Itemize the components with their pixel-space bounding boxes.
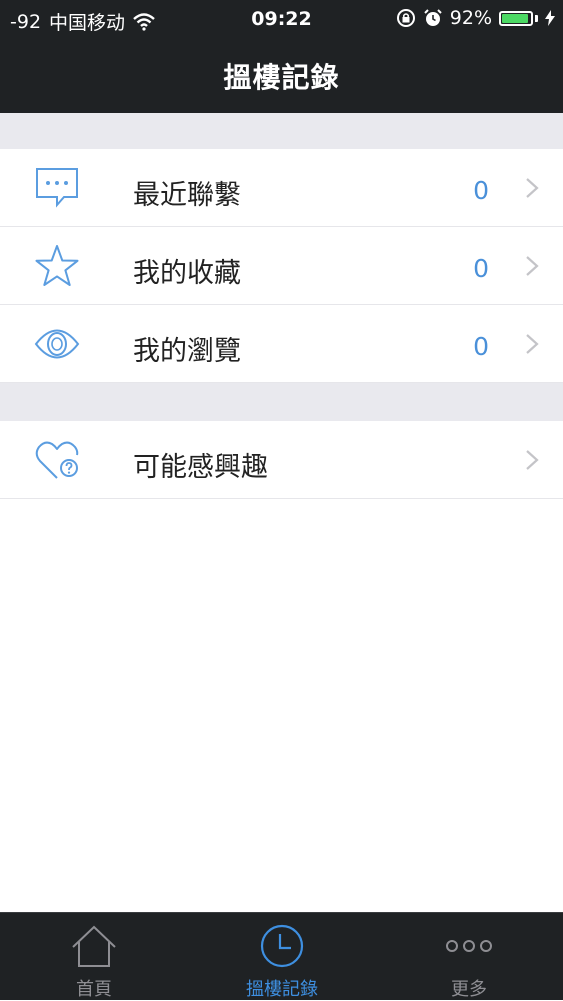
- chat-bubble-icon: [36, 168, 78, 208]
- battery-percent: 92%: [449, 7, 492, 29]
- eye-icon: [34, 329, 80, 359]
- chevron-right-icon: [526, 178, 539, 198]
- list-item-label: 最近聯繫: [133, 180, 241, 211]
- status-bar: -92 中国移动 09:22 92%: [0, 0, 563, 38]
- battery-cap: [535, 14, 538, 22]
- chevron-right-icon: [526, 450, 539, 470]
- tab-more[interactable]: 更多: [375, 913, 563, 1001]
- tab-search-history[interactable]: 搵樓記錄: [188, 913, 376, 1001]
- charging-bolt-icon: [545, 10, 555, 26]
- tab-bar: 首頁 搵樓記錄 更多: [0, 912, 563, 1000]
- list-item-label: 可能感興趣: [133, 452, 268, 483]
- list-item-browsing-history[interactable]: 我的瀏覽 0: [0, 305, 563, 383]
- star-icon: [35, 245, 79, 286]
- chevron-right-icon: [526, 334, 539, 354]
- navigation-bar: 搵樓記錄: [0, 38, 563, 113]
- chevron-right-icon: [526, 256, 539, 276]
- page-title: 搵樓記錄: [223, 61, 340, 94]
- status-right: 92%: [396, 7, 555, 29]
- tab-label: 首頁: [76, 979, 112, 1000]
- alarm-icon: [424, 9, 442, 26]
- list-item-count: 0: [473, 254, 489, 283]
- tab-label: 更多: [451, 979, 487, 1000]
- list-item-favorites[interactable]: 我的收藏 0: [0, 227, 563, 305]
- battery-icon: [499, 10, 533, 26]
- list-item-recent-contacts[interactable]: 最近聯繫 0: [0, 149, 563, 227]
- list-item-label: 我的瀏覽: [133, 336, 241, 367]
- home-icon: [72, 925, 116, 967]
- tab-label: 搵樓記錄: [246, 979, 318, 1000]
- list-item-may-be-interested[interactable]: 可能感興趣: [0, 421, 563, 499]
- clock-icon: [260, 924, 304, 968]
- list-item-label: 我的收藏: [133, 258, 241, 289]
- section-gap-middle: [0, 383, 563, 421]
- rotation-lock-icon: [396, 9, 415, 27]
- tab-home[interactable]: 首頁: [0, 913, 188, 1001]
- list-item-count: 0: [473, 332, 489, 361]
- more-dots-icon: [446, 940, 492, 952]
- battery-level: [502, 13, 528, 23]
- section-gap-top: [0, 113, 563, 149]
- heart-question-icon: [35, 441, 79, 479]
- list-item-count: 0: [473, 176, 489, 205]
